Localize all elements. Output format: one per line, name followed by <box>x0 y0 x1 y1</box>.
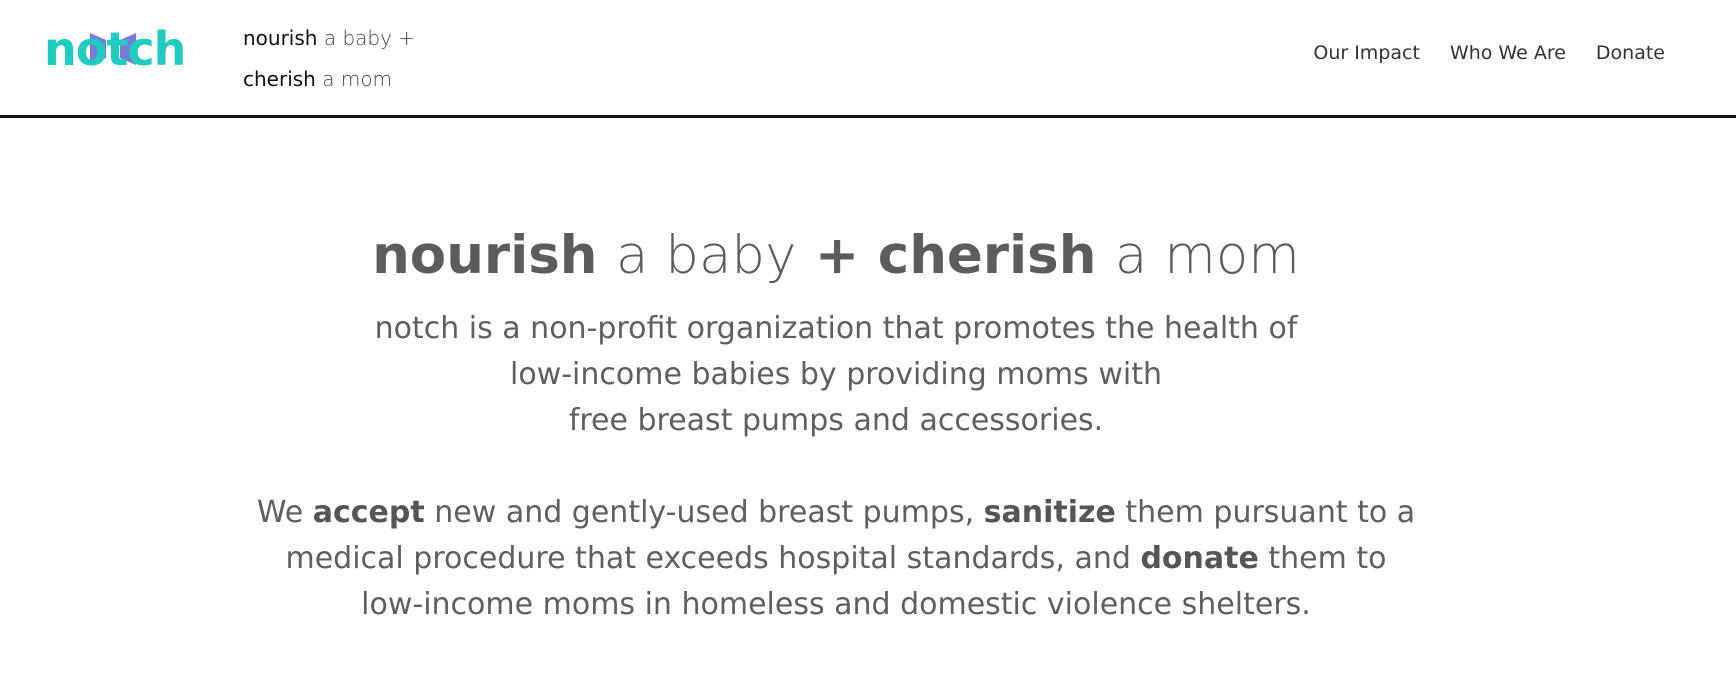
hero-title: nourish a baby + cherish a mom <box>0 222 1672 290</box>
mission-pumps-text: new and gently-used breast pumps, <box>434 495 975 530</box>
hero-a-baby: a baby <box>615 224 797 286</box>
tagline-nourish: nourish <box>243 26 318 50</box>
hero-a-mom: a mom <box>1114 224 1300 286</box>
mission-procedure-text: medical procedure that exceeds hospital … <box>285 541 1131 576</box>
nav-donate[interactable]: Donate <box>1596 42 1665 64</box>
hero-plus: + <box>814 224 860 286</box>
mission-line-2: medical procedure that exceeds hospital … <box>0 536 1672 582</box>
main-content: nourish a baby + cherish a mom notch is … <box>0 118 1736 697</box>
intro-line-1: notch is a non-profit organization that … <box>374 311 1298 346</box>
tagline-line-1: nourish a baby + <box>243 18 415 59</box>
notch-logo[interactable]: notch <box>44 24 186 74</box>
logo-mark-icon: notch <box>44 24 186 74</box>
main-nav: Our Impact Who We Are Donate <box>1313 42 1665 64</box>
intro-line-2: low-income babies by providing moms with <box>510 357 1162 392</box>
nav-our-impact[interactable]: Our Impact <box>1313 42 1420 64</box>
hero-nourish: nourish <box>372 224 598 286</box>
mission-we: We <box>256 495 304 530</box>
intro-paragraph: notch is a non-profit organization that … <box>0 306 1672 444</box>
logo-wordmark: notch <box>44 24 185 74</box>
header-tagline: nourish a baby + cherish a mom <box>243 18 415 100</box>
mission-pursuant-text: them pursuant to a <box>1125 495 1416 530</box>
mission-accept: accept <box>312 495 425 530</box>
mission-paragraph: We accept new and gently-used breast pum… <box>0 490 1672 628</box>
hero-cherish: cherish <box>877 224 1097 286</box>
tagline-a-mom: a mom <box>322 67 393 91</box>
nav-who-we-are[interactable]: Who We Are <box>1450 42 1566 64</box>
mission-line-3: low-income moms in homeless and domestic… <box>361 587 1311 622</box>
mission-sanitize: sanitize <box>983 495 1116 530</box>
tagline-a-baby: a baby + <box>323 26 416 50</box>
site-header: notch nourish a baby + cherish a mom Our… <box>0 0 1736 118</box>
mission-donate: donate <box>1140 541 1259 576</box>
tagline-line-2: cherish a mom <box>243 59 415 100</box>
intro-line-3: free breast pumps and accessories. <box>568 403 1104 438</box>
tagline-cherish: cherish <box>243 67 316 91</box>
mission-line-1: We accept new and gently-used breast pum… <box>0 490 1672 536</box>
mission-them-to: them to <box>1268 541 1387 576</box>
